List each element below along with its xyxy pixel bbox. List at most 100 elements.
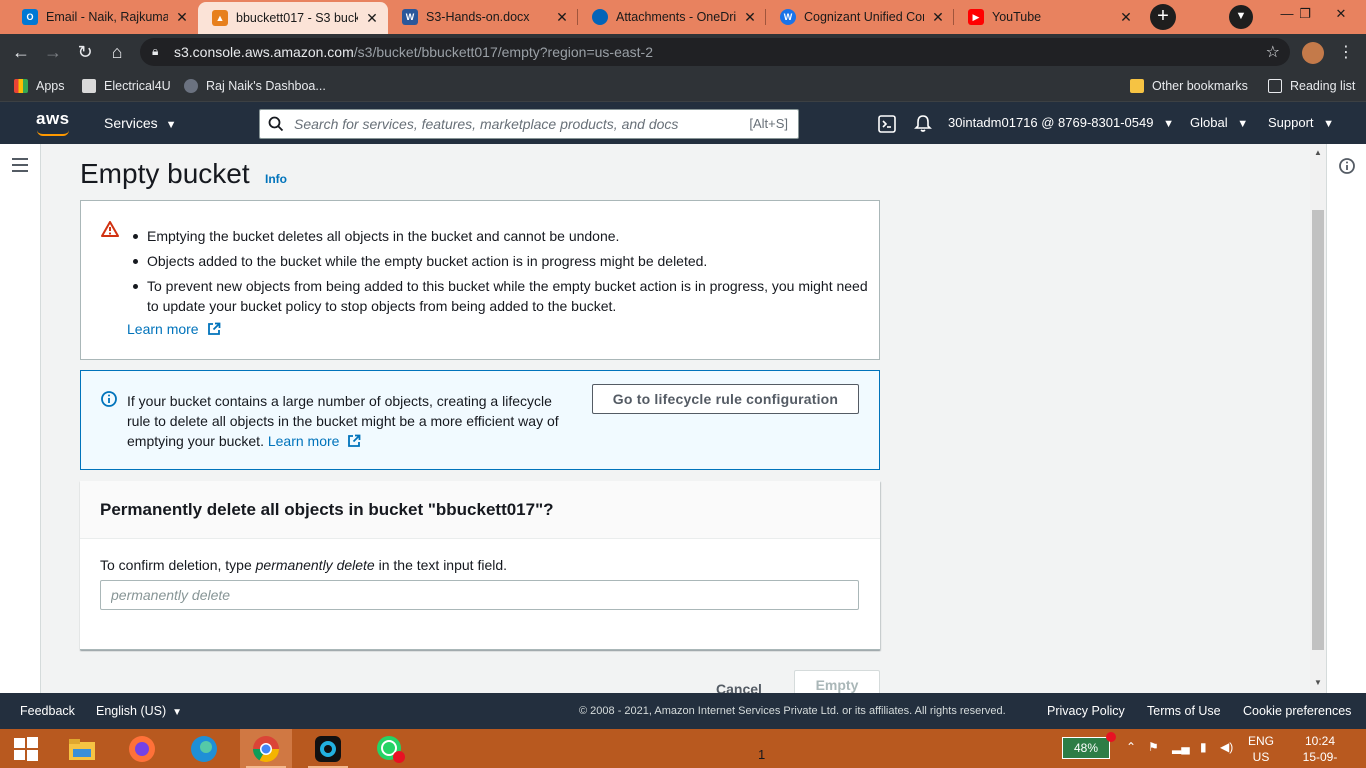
language-selector[interactable]: English (US) ▼ <box>96 704 182 718</box>
scroll-thumb[interactable] <box>1312 210 1324 650</box>
close-icon[interactable]: ✕ <box>554 9 570 26</box>
search-shortcut-hint: [Alt+S] <box>749 116 788 131</box>
cancel-button[interactable]: Cancel <box>699 674 779 693</box>
close-icon[interactable]: ✕ <box>364 10 380 27</box>
bookmark-other[interactable]: Other bookmarks <box>1130 77 1248 95</box>
caret-down-icon: ▼ <box>1237 118 1249 130</box>
reading-list-icon <box>1268 79 1282 93</box>
bookmark-electrical4u[interactable]: Electrical4U <box>82 77 171 95</box>
warning-item: Emptying the bucket deletes all objects … <box>133 226 873 246</box>
bookmark-star-icon[interactable]: ☆ <box>1266 42 1280 62</box>
close-icon[interactable]: ✕ <box>1118 9 1134 26</box>
warning-learn-more-link[interactable]: Learn more <box>127 321 221 337</box>
info-panel-icon[interactable] <box>1339 158 1355 174</box>
tab-title: Cognizant Unified Conf <box>804 10 924 24</box>
windows-start-icon[interactable] <box>0 729 52 768</box>
window-close-icon[interactable]: ✕ <box>1326 2 1356 26</box>
reload-icon[interactable]: ↻ <box>74 41 96 63</box>
omnibox[interactable]: 🔒︎ s3.console.aws.amazon.com/s3/bucket/b… <box>140 38 1290 66</box>
forward-icon[interactable]: → <box>42 41 64 63</box>
browser-tab-email[interactable]: O Email - Naik, Rajkumar ✕ <box>8 0 198 34</box>
chrome-icon[interactable] <box>240 729 292 768</box>
panel-header: Permanently delete all objects in bucket… <box>80 481 880 539</box>
info-alert: If your bucket contains a large number o… <box>80 370 880 470</box>
services-menu[interactable]: Services ▼ <box>104 115 176 131</box>
cloudshell-icon[interactable] <box>878 115 896 133</box>
aws-search-input[interactable] <box>294 114 724 134</box>
volume-icon[interactable]: ◀) <box>1220 740 1233 754</box>
lifecycle-rule-button[interactable]: Go to lifecycle rule configuration <box>592 384 859 414</box>
hamburger-menu-icon[interactable] <box>12 158 28 172</box>
support-menu[interactable]: Support ▼ <box>1268 115 1334 130</box>
info-circle-icon <box>101 391 117 407</box>
edge-icon[interactable] <box>178 729 230 768</box>
browser-tab-cognizant[interactable]: W Cognizant Unified Conf ✕ <box>766 0 954 34</box>
home-icon[interactable]: ⌂ <box>106 41 128 63</box>
warning-item: To prevent new objects from being added … <box>133 276 873 316</box>
cookie-preferences-link[interactable]: Cookie preferences <box>1243 704 1351 718</box>
tab-title: Email - Naik, Rajkumar <box>46 10 168 24</box>
empty-button[interactable]: Empty <box>794 670 880 693</box>
browser-tab-s3[interactable]: ▲ bbuckett017 - S3 bucket ✕ <box>198 2 388 34</box>
new-tab-button[interactable]: + <box>1150 4 1176 30</box>
learn-more-label: Learn more <box>127 321 199 337</box>
file-explorer-icon[interactable] <box>56 729 108 768</box>
clock-date: 15-09-2021 <box>1302 750 1338 768</box>
battery-tray-icon[interactable]: ▮ <box>1200 740 1207 754</box>
url-text[interactable]: s3.console.aws.amazon.com/s3/bucket/bbuc… <box>174 44 653 60</box>
clock-time: 10:24 <box>1304 734 1336 748</box>
windows-taskbar: 1 48% ⌃ ⚑ ▂▄ ▮ ◀) ENG US 10:24 15-09-202… <box>0 729 1366 768</box>
address-bar-row: ← → ↻ ⌂ 🔒︎ s3.console.aws.amazon.com/s3/… <box>0 34 1366 70</box>
bookmark-label: Raj Naik's Dashboa... <box>206 79 326 93</box>
aws-search[interactable]: [Alt+S] <box>259 109 799 139</box>
main-content: Empty bucket Info Emptying the bucket de… <box>41 144 1310 693</box>
browser-menu-icon[interactable]: ⋮ <box>1338 42 1354 62</box>
browser-tab-youtube[interactable]: ▶ YouTube ✕ <box>954 0 1142 34</box>
account-label: 30intadm01716 @ 8769-8301-0549 <box>948 115 1154 130</box>
feedback-link[interactable]: Feedback <box>20 704 75 718</box>
close-icon[interactable]: ✕ <box>930 9 946 26</box>
profile-avatar[interactable] <box>1302 42 1324 64</box>
electrical4u-icon <box>82 79 96 93</box>
bookmark-apps[interactable]: Apps <box>14 77 65 95</box>
reading-list[interactable]: Reading list <box>1268 77 1355 95</box>
language-indicator[interactable]: ENG US <box>1248 733 1274 765</box>
aws-logo[interactable]: aws <box>36 109 70 136</box>
firefox-icon[interactable] <box>116 729 168 768</box>
aws-s3-icon: ▲ <box>212 10 228 26</box>
browser-tab-word[interactable]: W S3-Hands-on.docx ✕ <box>388 0 578 34</box>
confirm-delete-input[interactable] <box>100 580 859 610</box>
caret-down-icon: ▼ <box>1163 118 1174 130</box>
lock-icon: 🔒︎ <box>152 44 159 58</box>
tab-search-icon[interactable]: ▼ <box>1229 5 1253 29</box>
chevron-up-icon[interactable]: ⌃ <box>1126 740 1136 754</box>
restore-icon[interactable]: ❐ <box>1290 2 1320 26</box>
bell-icon[interactable] <box>914 114 932 133</box>
region-menu[interactable]: Global ▼ <box>1190 115 1248 130</box>
wifi-signal-icon[interactable]: ▂▄ <box>1172 740 1190 754</box>
language-label: English (US) <box>96 704 167 718</box>
close-icon[interactable]: ✕ <box>742 9 758 26</box>
privacy-policy-link[interactable]: Privacy Policy <box>1047 704 1125 718</box>
terms-of-use-link[interactable]: Terms of Use <box>1147 704 1221 718</box>
browser-tab-onedrive[interactable]: Attachments - OneDrive ✕ <box>578 0 766 34</box>
info-learn-more-link[interactable]: Learn more <box>268 433 362 449</box>
page-scrollbar[interactable]: ▲ ▼ <box>1310 144 1326 693</box>
flag-icon[interactable]: ⚑ <box>1148 740 1159 754</box>
browser-tab-strip: O Email - Naik, Rajkumar ✕ ▲ bbuckett017… <box>0 0 1366 34</box>
webex-taskbar-icon[interactable] <box>302 729 354 768</box>
bookmark-dashboard[interactable]: Raj Naik's Dashboa... <box>184 77 326 95</box>
whatsapp-icon[interactable]: 1 <box>364 729 765 768</box>
battery-indicator[interactable]: 48% <box>1062 737 1110 759</box>
close-icon[interactable]: ✕ <box>174 9 190 26</box>
back-icon[interactable]: ← <box>10 41 32 63</box>
lang-top: ENG <box>1248 734 1275 748</box>
system-clock[interactable]: 10:24 15-09-2021 <box>1290 733 1350 768</box>
info-link[interactable]: Info <box>265 172 287 186</box>
url-path: /s3/bucket/bbuckett017/empty?region=us-e… <box>353 44 654 60</box>
confirm-instructions: To confirm deletion, type permanently de… <box>100 557 507 573</box>
battery-alert-dot <box>1106 732 1116 742</box>
scroll-down-arrow-icon[interactable]: ▼ <box>1310 676 1326 690</box>
scroll-up-arrow-icon[interactable]: ▲ <box>1310 146 1326 160</box>
account-menu[interactable]: 30intadm01716 @ 8769-8301-0549 ▼ <box>948 115 1174 130</box>
